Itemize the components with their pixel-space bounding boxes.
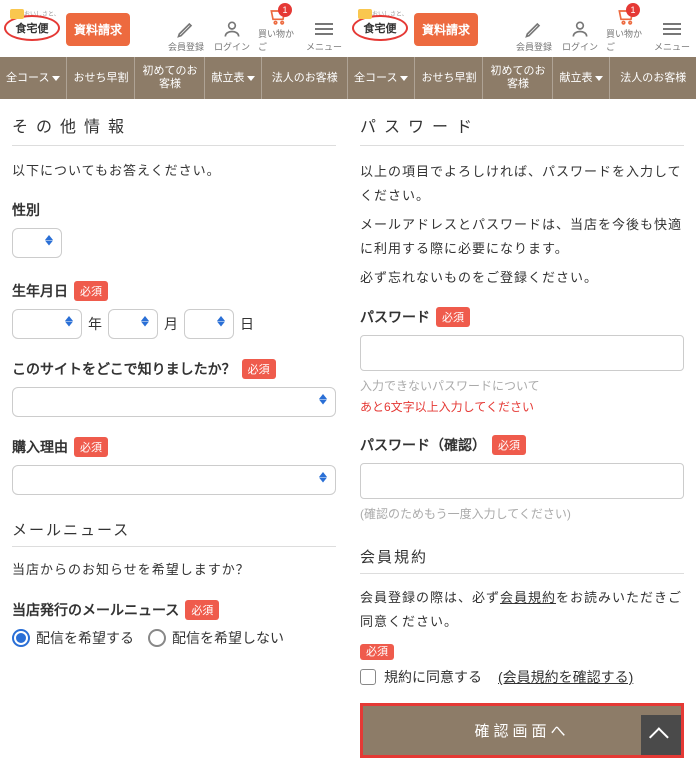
- password-input[interactable]: [360, 335, 684, 371]
- password-desc: 以上の項目でよろしければ、パスワードを入力してください。: [360, 160, 684, 207]
- referrer-select[interactable]: [12, 387, 336, 417]
- view-terms-link[interactable]: (会員規約を確認する): [498, 667, 633, 687]
- reason-select[interactable]: [12, 465, 336, 495]
- dob-label: 生年月日 必須: [12, 281, 336, 301]
- day-select[interactable]: [184, 309, 234, 339]
- password-confirm-input[interactable]: [360, 463, 684, 499]
- hamburger-icon: [662, 19, 682, 39]
- password-confirm-label: パスワード（確認） 必須: [360, 435, 684, 455]
- year-select[interactable]: [12, 309, 82, 339]
- header: おいしさと、 食宅便 資料請求 会員登録 ログイン 1 買い物かご: [348, 0, 696, 57]
- tab-first-time[interactable]: 初めてのお客様: [483, 57, 553, 99]
- header: おいしさと、 食宅便 資料請求 会員登録 ログイン 1 買い物かご: [0, 0, 348, 57]
- register-link[interactable]: 会員登録: [166, 19, 206, 53]
- section-terms: 会員規約: [360, 546, 684, 574]
- month-select[interactable]: [108, 309, 158, 339]
- required-badge: 必須: [74, 437, 108, 457]
- register-link[interactable]: 会員登録: [514, 19, 554, 53]
- tab-menu-table[interactable]: 献立表: [205, 57, 262, 99]
- terms-desc: 会員登録の際は、必ず会員規約をお読みいただきご同意ください。: [360, 586, 684, 633]
- tabs: 全コース おせち早割 初めてのお客様 献立表 法人のお客様: [0, 57, 348, 99]
- password-hint-link[interactable]: 入力できないパスワードについて: [360, 377, 684, 394]
- mail-opt-out[interactable]: 配信を希望しない: [148, 628, 284, 648]
- section-password: パスワード: [360, 113, 684, 146]
- cart-badge: 1: [278, 3, 292, 17]
- agree-checkbox[interactable]: [360, 669, 376, 685]
- required-badge: 必須: [185, 600, 219, 620]
- required-badge: 必須: [74, 281, 108, 301]
- password-error: あと6文字以上入力してください: [360, 398, 684, 415]
- hamburger-icon: [314, 19, 334, 39]
- cart-link[interactable]: 1 買い物かご: [606, 6, 646, 53]
- agree-label: 規約に同意する: [384, 667, 482, 687]
- confirm-highlight: 確認画面へ: [360, 703, 684, 758]
- logo[interactable]: おいしさと、 食宅便: [4, 15, 64, 45]
- month-unit: 月: [164, 314, 178, 334]
- tab-osechi[interactable]: おせち早割: [415, 57, 483, 99]
- confirm-button[interactable]: 確認画面へ: [363, 706, 681, 755]
- pencil-icon: [524, 19, 544, 39]
- gender-label: 性別: [12, 200, 336, 220]
- menu-button[interactable]: メニュー: [652, 19, 692, 53]
- password-confirm-hint: (確認のためもう一度入力してください): [360, 505, 684, 522]
- terms-link[interactable]: 会員規約: [500, 590, 556, 605]
- radio-icon: [148, 629, 166, 647]
- tab-osechi[interactable]: おせち早割: [67, 57, 135, 99]
- logo[interactable]: おいしさと、 食宅便: [352, 15, 412, 45]
- mail-opt-in[interactable]: 配信を希望する: [12, 628, 134, 648]
- request-docs-button[interactable]: 資料請求: [414, 13, 478, 46]
- request-docs-button[interactable]: 資料請求: [66, 13, 130, 46]
- password-desc: 必ず忘れないものをご登録ください。: [360, 266, 684, 289]
- login-link[interactable]: ログイン: [560, 19, 600, 53]
- user-icon: [222, 19, 242, 39]
- mail-news-label: 当店発行のメールニュース 必須: [12, 600, 336, 620]
- radio-checked-icon: [12, 629, 30, 647]
- user-icon: [570, 19, 590, 39]
- day-unit: 日: [240, 314, 254, 334]
- tab-corporate[interactable]: 法人のお客様: [262, 57, 348, 99]
- year-unit: 年: [88, 314, 102, 334]
- referrer-label: このサイトをどこで知りましたか？ 必須: [12, 359, 336, 379]
- tabs: 全コース おせち早割 初めてのお客様 献立表 法人のお客様: [348, 57, 696, 99]
- tab-corporate[interactable]: 法人のお客様: [610, 57, 696, 99]
- tab-first-time[interactable]: 初めてのお客様: [135, 57, 205, 99]
- menu-button[interactable]: メニュー: [304, 19, 344, 53]
- required-badge: 必須: [360, 644, 394, 660]
- section-other-info: その他情報: [12, 113, 336, 146]
- reason-label: 購入理由 必須: [12, 437, 336, 457]
- tab-all-courses[interactable]: 全コース: [348, 57, 415, 99]
- login-link[interactable]: ログイン: [212, 19, 252, 53]
- other-info-desc: 以下についてもお答えください。: [12, 160, 336, 182]
- mail-news-question: 当店からのお知らせを希望しますか？: [12, 559, 336, 581]
- cart-badge: 1: [626, 3, 640, 17]
- password-label: パスワード 必須: [360, 307, 684, 327]
- required-badge: 必須: [436, 307, 470, 327]
- cart-link[interactable]: 1 買い物かご: [258, 6, 298, 53]
- password-desc: メールアドレスとパスワードは、当店を今後も快適に利用する際に必要になります。: [360, 213, 684, 260]
- section-mail-news: メールニュース: [12, 519, 336, 547]
- required-badge: 必須: [492, 435, 526, 455]
- tab-menu-table[interactable]: 献立表: [553, 57, 610, 99]
- scroll-top-button[interactable]: [641, 715, 681, 755]
- gender-select[interactable]: [12, 228, 62, 258]
- pencil-icon: [176, 19, 196, 39]
- required-badge: 必須: [242, 359, 276, 379]
- tab-all-courses[interactable]: 全コース: [0, 57, 67, 99]
